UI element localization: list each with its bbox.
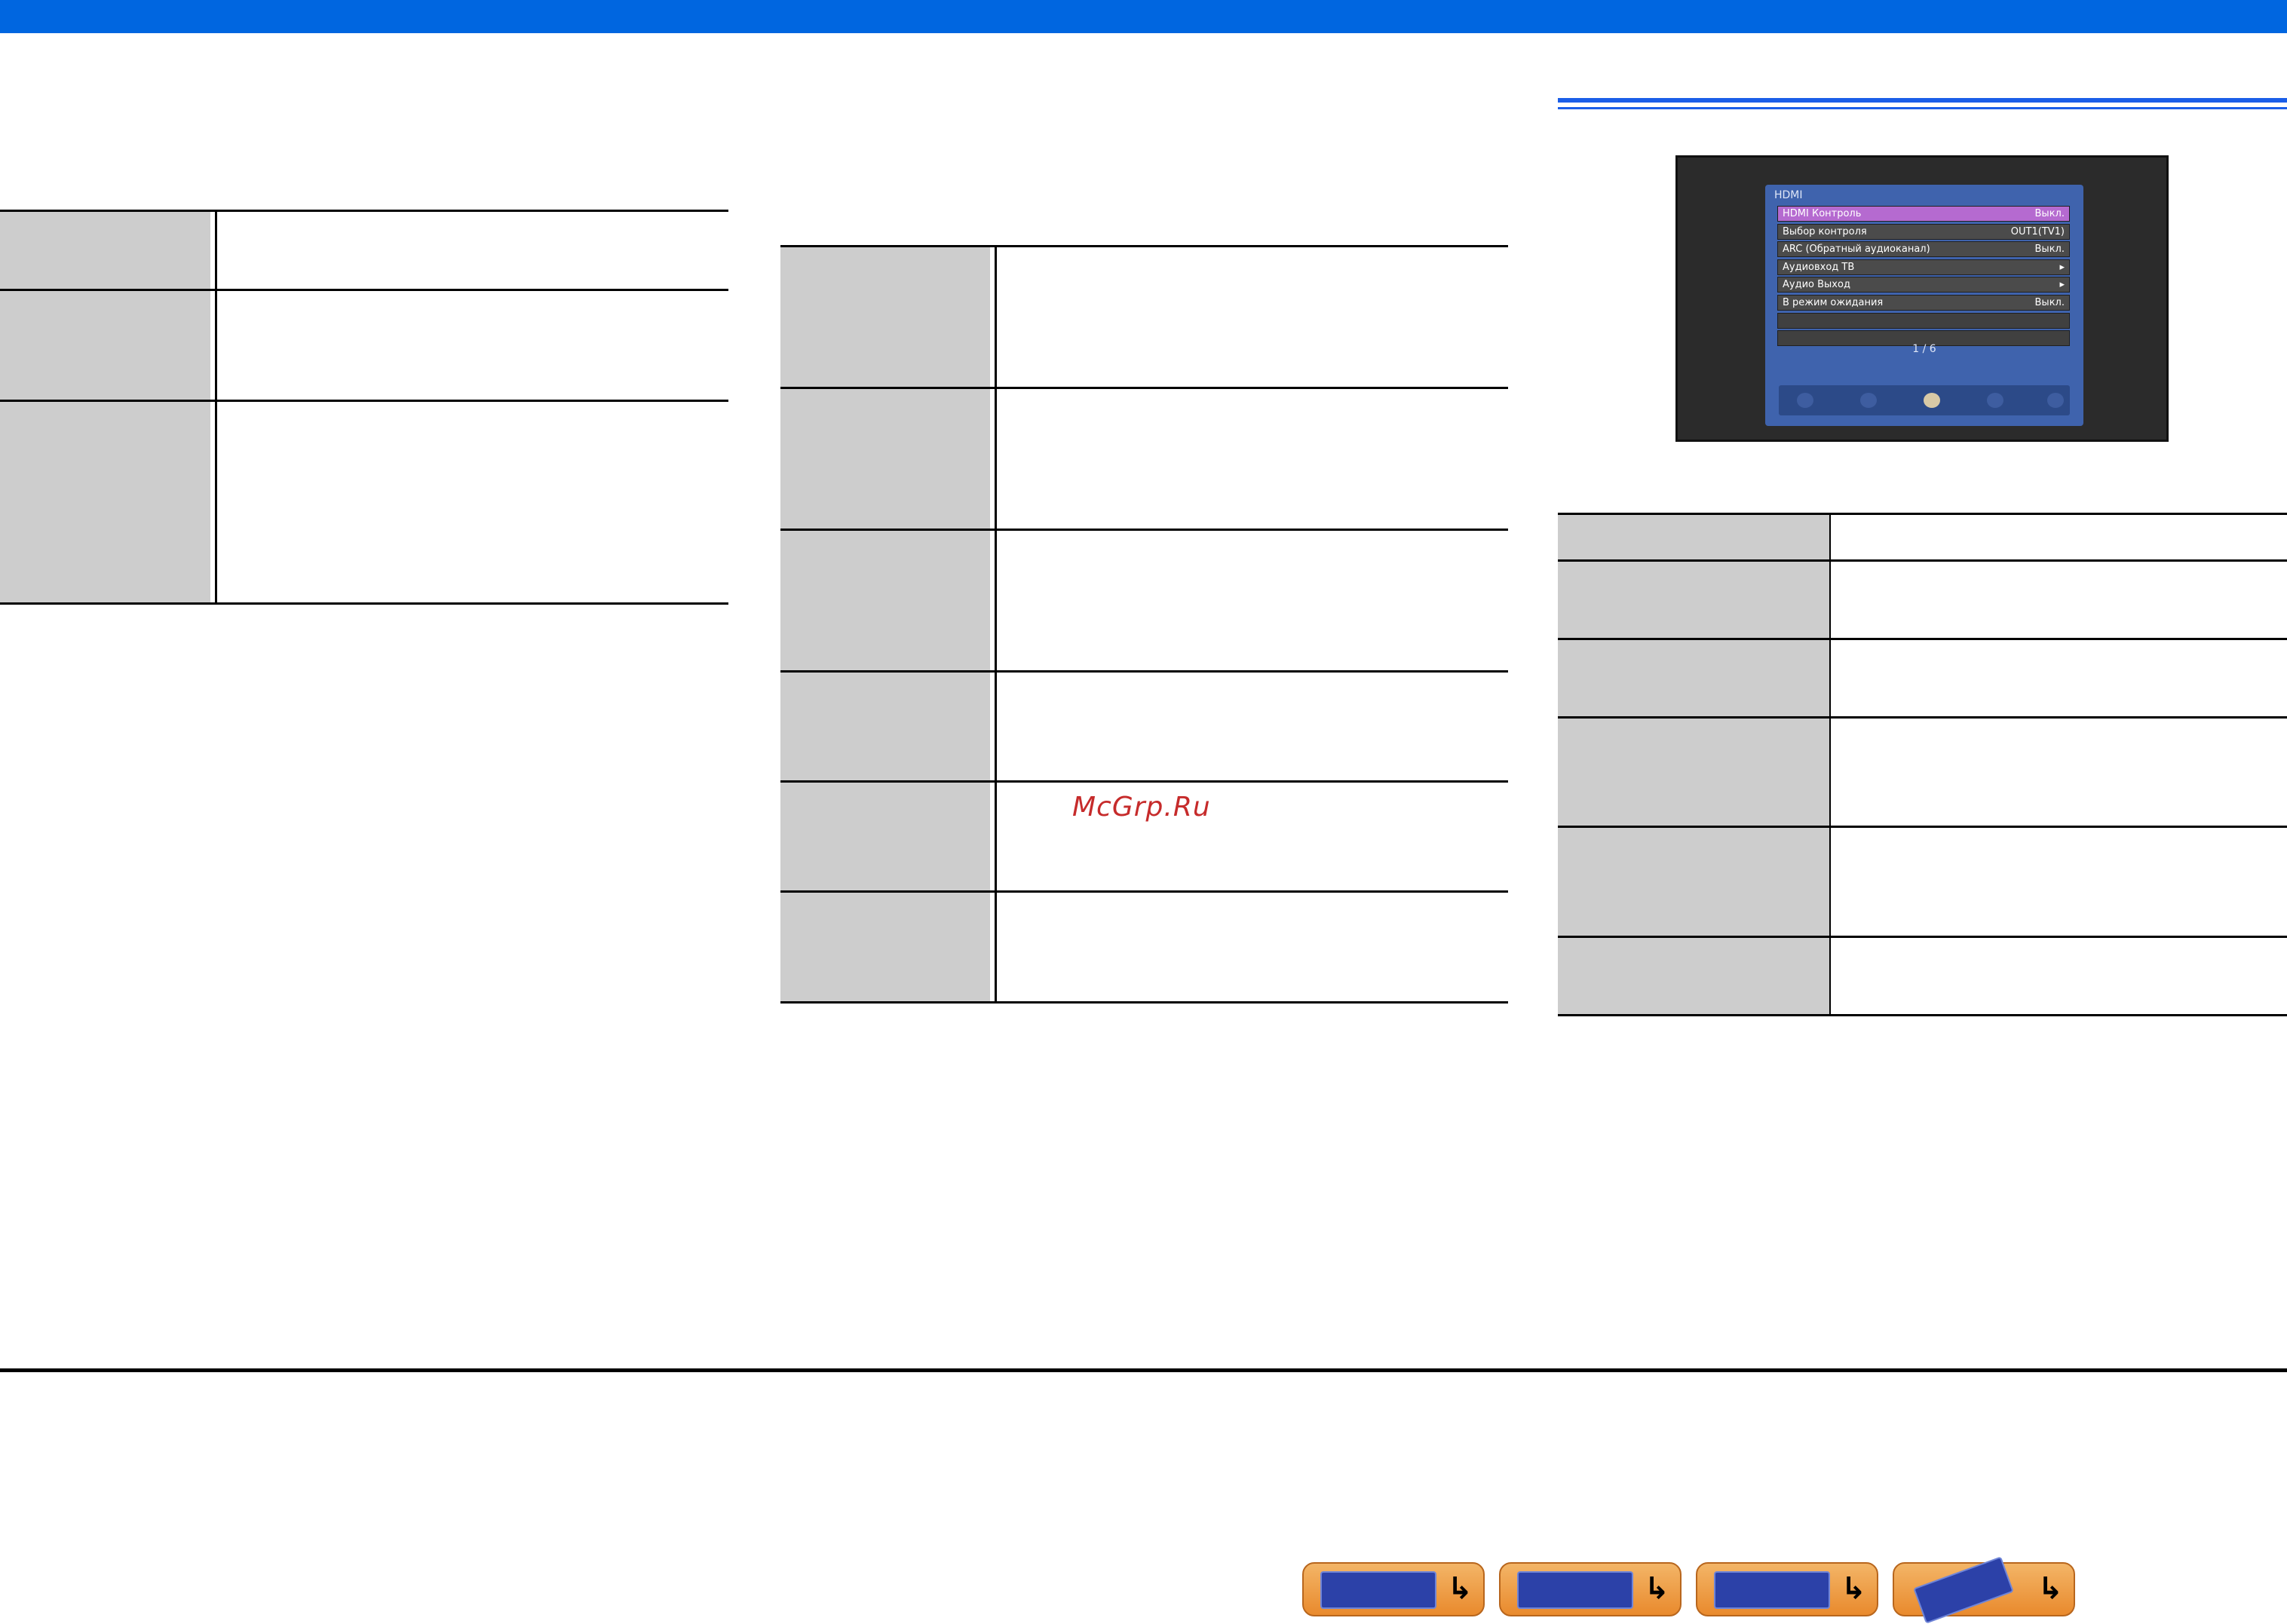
header-bar (0, 0, 2287, 33)
table-row (780, 389, 1508, 531)
table-label-cell (1558, 562, 1829, 638)
table-label-cell (780, 783, 990, 890)
osd-menu-item: HDMI Контроль Выкл. (1777, 206, 2070, 222)
osd-page-indicator: 1 / 6 (1912, 343, 1936, 355)
osd-item-value: ▸ (2059, 261, 2065, 273)
osd-menu-item: ARC (Обратный аудиоканал) Выкл. (1777, 241, 2070, 258)
right-table (1558, 513, 2287, 1016)
function-icon (2047, 393, 2064, 408)
table-row (0, 291, 728, 402)
osd-menu-item: В режим ожидания Выкл. (1777, 294, 2070, 311)
section-rule-thin (1558, 107, 2287, 109)
table-label-cell (0, 212, 210, 289)
osd-item-label: ARC (Обратный аудиоканал) (1783, 244, 1930, 256)
osd-item-value: Выкл. (2034, 296, 2065, 308)
table-label-cell (1558, 515, 1829, 559)
table-label-cell (780, 673, 990, 780)
osd-item-value: OUT1(TV1) (2010, 225, 2065, 237)
osd-item-label: HDMI Контроль (1783, 208, 1862, 219)
table-label-cell (780, 247, 990, 387)
footer-rule (0, 1368, 2287, 1372)
table-row (780, 247, 1508, 389)
table-divider (1829, 515, 1831, 1016)
osd-item-value: Выкл. (2034, 244, 2065, 256)
osd-menu-item: Аудио Выход ▸ (1777, 277, 2070, 293)
osd-menu-item: Аудиовход ТВ ▸ (1777, 259, 2070, 275)
arrow-icon: ↳ (1841, 1571, 1866, 1606)
rear-panel-icon (1517, 1571, 1633, 1609)
osd-item-label: Аудиовход ТВ (1783, 261, 1855, 273)
left-table (0, 210, 728, 605)
network-icon (1987, 393, 2003, 408)
middle-table (780, 245, 1508, 1004)
nav-button-rear-panel[interactable]: ↳ (1499, 1562, 1682, 1616)
osd-item-value: ▸ (2059, 279, 2065, 291)
table-divider (995, 247, 997, 1004)
table-label-cell (1558, 640, 1829, 716)
table-row (1558, 515, 2287, 562)
front-panel-icon (1320, 1571, 1436, 1609)
table-label-cell (0, 291, 210, 400)
sound-icon (1860, 393, 1877, 408)
osd-item-label: Аудио Выход (1783, 279, 1850, 291)
remote-control-icon (1913, 1556, 2014, 1624)
osd-screenshot: HDMI HDMI Контроль Выкл. Выбор контроля … (1675, 155, 2169, 442)
table-label-cell (1558, 828, 1829, 936)
table-row (0, 212, 728, 291)
nav-button-display[interactable]: ↳ (1696, 1562, 1878, 1616)
osd-item-value: Выкл. (2034, 208, 2065, 219)
osd-menu-panel: HDMI HDMI Контроль Выкл. Выбор контроля … (1765, 185, 2083, 426)
section-rule-thick (1558, 98, 2287, 103)
display-icon (1714, 1571, 1830, 1609)
osd-menu-item: Выбор контроля OUT1(TV1) (1777, 223, 2070, 240)
table-row (780, 893, 1508, 1004)
table-label-cell (780, 893, 990, 1001)
table-row (1558, 562, 2287, 640)
nav-button-front-panel[interactable]: ↳ (1302, 1562, 1485, 1616)
table-row (1558, 719, 2287, 828)
table-row (1558, 938, 2287, 1016)
arrow-icon: ↳ (1644, 1571, 1669, 1606)
table-row (780, 531, 1508, 673)
hdmi-icon (1924, 393, 1940, 408)
arrow-icon: ↳ (2037, 1571, 2063, 1606)
table-label-cell (780, 389, 990, 529)
osd-item-label: Выбор контроля (1783, 225, 1867, 237)
arrow-icon: ↳ (1447, 1571, 1473, 1606)
table-row (780, 673, 1508, 783)
table-label-cell (780, 531, 990, 670)
table-label-cell (1558, 938, 1829, 1014)
table-label-cell (1558, 719, 1829, 826)
speaker-icon (1797, 393, 1813, 408)
table-row (1558, 640, 2287, 719)
watermark: McGrp.Ru (1072, 792, 1211, 823)
table-label-cell (0, 402, 210, 602)
table-row (0, 402, 728, 605)
table-divider (215, 212, 217, 605)
table-row (1558, 828, 2287, 938)
nav-button-remote[interactable]: ↳ (1893, 1556, 2075, 1624)
osd-category-bar (1779, 385, 2070, 415)
osd-menu-list: HDMI Контроль Выкл. Выбор контроля OUT1(… (1777, 206, 2070, 348)
osd-item-label: В режим ожидания (1783, 296, 1884, 308)
osd-menu-item-empty (1777, 312, 2070, 329)
osd-menu-title: HDMI (1774, 189, 1803, 201)
